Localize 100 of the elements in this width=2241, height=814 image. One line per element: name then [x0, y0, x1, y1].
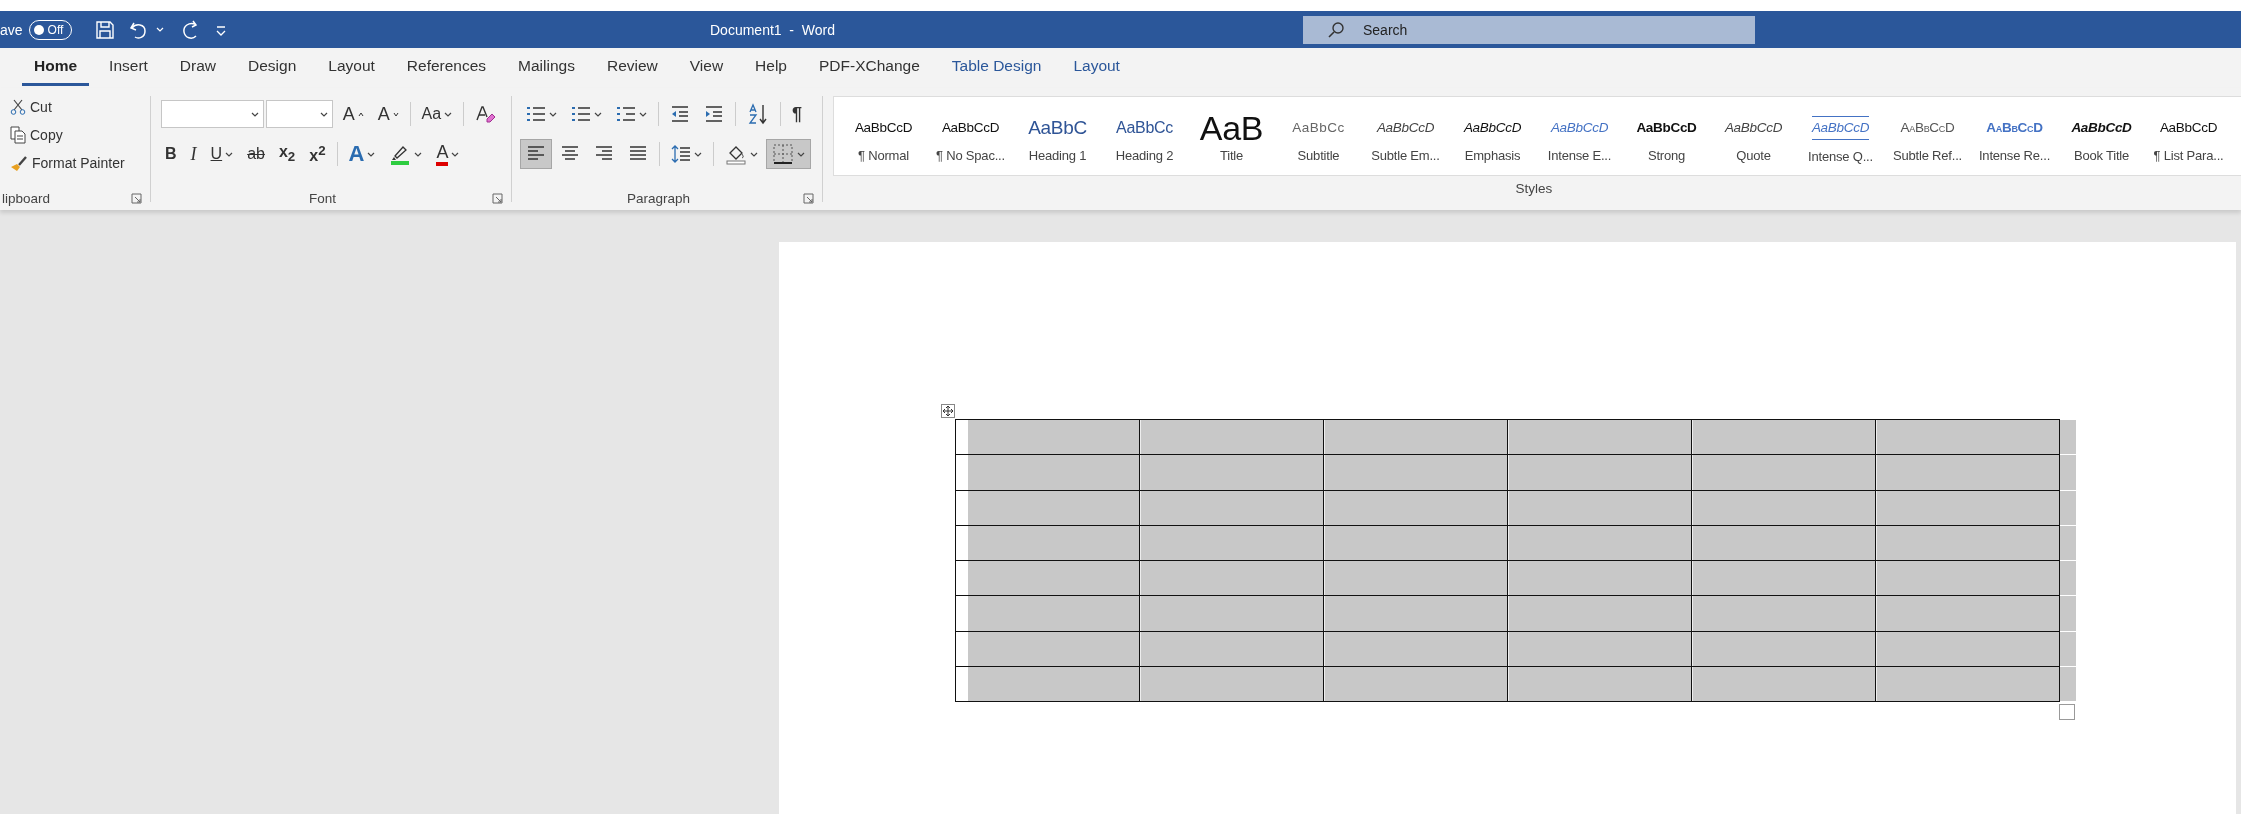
table-cell[interactable]	[1508, 631, 1692, 667]
table-cell[interactable]	[1508, 667, 1692, 702]
change-case-button[interactable]: Aa	[415, 99, 459, 129]
ribbon-tab[interactable]: References	[394, 50, 499, 86]
grow-font-button[interactable]: A	[336, 99, 370, 129]
font-name-field[interactable]	[161, 100, 264, 128]
table-cell[interactable]	[1876, 420, 2060, 455]
style-item[interactable]: AaBbC Heading 1	[1014, 97, 1101, 175]
table-cell[interactable]	[1692, 420, 1876, 455]
table-cell[interactable]	[1692, 631, 1876, 667]
superscript-button[interactable]: x$^{2}$	[303, 139, 332, 169]
table-cell[interactable]	[1324, 525, 1508, 561]
table-cell[interactable]	[1140, 667, 1324, 702]
ribbon-tab[interactable]: PDF-XChange	[807, 50, 932, 86]
format-painter-button[interactable]: Format Painter	[0, 150, 129, 176]
style-item[interactable]: AaBbCcD Intense Re...	[1971, 97, 2058, 175]
font-color-button[interactable]: A	[430, 139, 466, 169]
cut-button[interactable]: Cut	[0, 94, 56, 120]
italic-button[interactable]: I	[184, 139, 203, 169]
table-cell[interactable]	[1876, 561, 2060, 596]
table-cell[interactable]	[1140, 455, 1324, 490]
ribbon-tab[interactable]: Draw	[167, 50, 228, 86]
table-cell[interactable]	[1692, 596, 1876, 631]
table-cell[interactable]	[1876, 596, 2060, 631]
table-cell[interactable]	[1692, 490, 1876, 525]
underline-button[interactable]: U	[204, 139, 240, 169]
align-left-button[interactable]	[520, 139, 552, 169]
style-item[interactable]: AaBbCcD Quote	[1710, 97, 1797, 175]
style-item[interactable]: AaBbCcD Strong	[1623, 97, 1710, 175]
table-cell[interactable]	[1324, 490, 1508, 525]
table-cell[interactable]	[1876, 490, 2060, 525]
ribbon-tab[interactable]: Layout	[316, 50, 387, 86]
table-cell[interactable]	[1876, 455, 2060, 490]
table-cell[interactable]	[1876, 525, 2060, 561]
table-cell[interactable]	[1140, 596, 1324, 631]
sort-icon	[747, 103, 769, 125]
bold-button[interactable]: B	[159, 139, 183, 169]
table-cell[interactable]	[1140, 490, 1324, 525]
table-cell[interactable]	[1508, 561, 1692, 596]
table-cell[interactable]	[1508, 596, 1692, 631]
style-item[interactable]: AaBbCcD ¶ Normal	[840, 97, 927, 175]
style-item[interactable]: AaBbCcD Subtle Ref...	[1884, 97, 1971, 175]
table-cell[interactable]	[1692, 561, 1876, 596]
table-cell[interactable]	[1324, 631, 1508, 667]
style-item[interactable]: AaBbCcD Book Title	[2058, 97, 2145, 175]
search-field[interactable]: Search	[1303, 15, 1755, 44]
text-effects-button[interactable]: A	[342, 139, 382, 169]
copy-button[interactable]: Copy	[0, 122, 67, 148]
style-item[interactable]: AaBbCcD Emphasis	[1449, 97, 1536, 175]
align-right-icon	[594, 145, 614, 163]
ribbon-tab[interactable]: Layout	[1061, 50, 1132, 86]
subscript-button[interactable]: x$_{2}$	[272, 139, 302, 169]
ribbon-tab[interactable]: Mailings	[506, 50, 587, 86]
table-cell[interactable]	[1876, 631, 2060, 667]
table-cell[interactable]	[1140, 525, 1324, 561]
table-cell[interactable]	[1324, 561, 1508, 596]
dialog-launcher-icon[interactable]	[803, 192, 814, 204]
table-cell[interactable]	[1324, 455, 1508, 490]
shrink-font-button[interactable]: A	[371, 99, 405, 129]
dialog-launcher-icon[interactable]	[492, 192, 503, 204]
table-cell[interactable]	[1140, 631, 1324, 667]
style-item[interactable]: AaB Title	[1188, 97, 1275, 175]
table-cell[interactable]	[1508, 455, 1692, 490]
ribbon-tab[interactable]: Home	[22, 50, 90, 86]
table-cell[interactable]	[1692, 455, 1876, 490]
table-cell[interactable]	[1692, 525, 1876, 561]
table-cell[interactable]	[1876, 667, 2060, 702]
table-cell[interactable]	[1324, 596, 1508, 631]
style-item[interactable]: AaBbCcD ¶ No Spac...	[927, 97, 1014, 175]
dialog-launcher-icon[interactable]	[131, 192, 142, 204]
table-cell[interactable]	[1324, 420, 1508, 455]
style-item[interactable]: AaBbCcD Subtle Em...	[1362, 97, 1449, 175]
table-cell[interactable]	[1508, 490, 1692, 525]
caret-icon[interactable]	[156, 27, 165, 32]
resize-handle[interactable]	[2059, 704, 2075, 721]
move-handle-icon[interactable]	[941, 404, 955, 418]
ribbon-tab[interactable]: Help	[743, 50, 799, 86]
table-cell[interactable]	[1140, 420, 1324, 455]
style-item[interactable]: AaBbCcD ¶ List Para...	[2145, 97, 2232, 175]
table-cell[interactable]	[1508, 525, 1692, 561]
ribbon-tab[interactable]: Design	[236, 50, 309, 86]
ribbon-tab[interactable]: View	[677, 50, 736, 86]
style-item[interactable]: AaBbCc Heading 2	[1101, 97, 1188, 175]
style-item[interactable]: AaBbCc Subtitle	[1275, 97, 1362, 175]
up-caret-icon	[357, 111, 364, 117]
search-icon	[1327, 20, 1345, 39]
table-cell[interactable]	[1692, 667, 1876, 702]
ribbon-tab[interactable]: Insert	[97, 50, 160, 86]
style-item[interactable]: AaBbCcD Intense Q...	[1797, 97, 1884, 175]
table-cell[interactable]	[1324, 667, 1508, 702]
save-icon[interactable]	[94, 18, 117, 41]
show-marks-button[interactable]: ¶	[786, 99, 808, 129]
style-item[interactable]: AaBbCcD Intense E...	[1536, 97, 1623, 175]
table-cell[interactable]	[1508, 420, 1692, 455]
table-cell[interactable]	[1140, 561, 1324, 596]
borders-button[interactable]	[766, 139, 811, 169]
strikethrough-button[interactable]: ab	[241, 139, 271, 169]
ribbon-tab[interactable]: Review	[594, 50, 670, 86]
font-size-field[interactable]	[266, 100, 333, 128]
ribbon-tab[interactable]: Table Design	[939, 50, 1054, 86]
